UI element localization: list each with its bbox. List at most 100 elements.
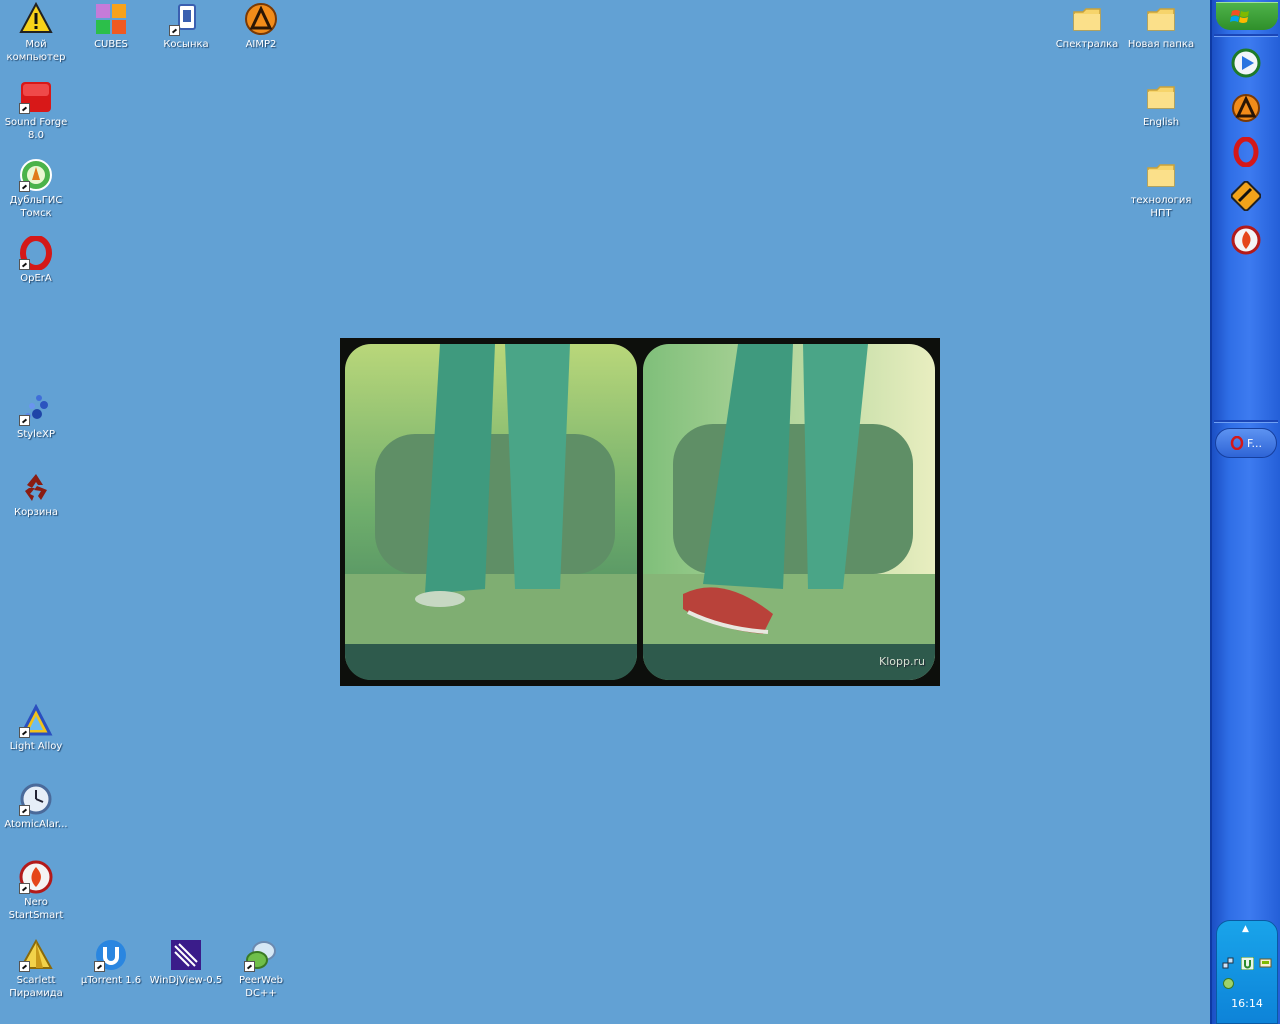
desktop-icon-stylexp[interactable]: StyleXP	[0, 392, 73, 441]
desktop-folder-spektralka[interactable]: Спектралка	[1050, 2, 1124, 51]
shortcut-arrow-icon	[19, 727, 30, 738]
shortcut-arrow-icon	[244, 961, 255, 972]
dublgis-icon	[19, 158, 53, 192]
desktop-icon-kosynka[interactable]: Косынка	[149, 2, 223, 51]
icon-label: AIMP2	[245, 39, 277, 50]
desktop-folder-new-folder[interactable]: Новая папка	[1124, 2, 1198, 51]
shortcut-arrow-icon	[169, 25, 180, 36]
windjview-icon	[169, 938, 203, 972]
desktop-icon-recycle-bin[interactable]: Корзина	[0, 470, 73, 519]
quicklaunch-media-player[interactable]	[1231, 48, 1261, 78]
system-tray: ▲ 16:14	[1216, 920, 1278, 1024]
desktop-folder-tech-npt[interactable]: технология НПТ	[1124, 158, 1198, 220]
desktop-icon-sound-forge[interactable]: Sound Forge 8.0	[0, 80, 73, 142]
desktop-folder-english[interactable]: English	[1124, 80, 1198, 129]
recycle-icon	[19, 470, 53, 504]
icon-label: OpErA	[20, 273, 52, 284]
quicklaunch-nero[interactable]	[1231, 225, 1261, 255]
icon-label: Мой компьютер	[6, 39, 66, 63]
icon-label: Light Alloy	[9, 741, 63, 752]
warning-icon	[19, 2, 53, 36]
clock-icon	[19, 782, 53, 816]
shortcut-arrow-icon	[19, 805, 30, 816]
show-hidden-icons-button[interactable]: ▲	[1242, 924, 1249, 934]
icon-label: WinDjView-0.5	[149, 975, 223, 986]
icon-label: English	[1142, 117, 1180, 128]
icon-label: CUBES	[94, 39, 128, 50]
aimp-icon	[244, 2, 278, 36]
desktop-icon-peerweb[interactable]: PeerWeb DC++	[224, 938, 298, 1000]
icon-label: µTorrent 1.6	[80, 975, 142, 986]
quicklaunch-opera[interactable]	[1231, 136, 1261, 168]
taskbar-window-button[interactable]: F...	[1215, 428, 1277, 458]
desktop-icon-my-computer[interactable]: Мой компьютер	[0, 2, 73, 64]
folder-icon	[1144, 80, 1178, 114]
messenger-icon[interactable]	[1259, 955, 1272, 968]
opera-icon	[1230, 436, 1244, 450]
quicklaunch-winamp[interactable]	[1230, 180, 1262, 212]
desktop-icon-windjview[interactable]: WinDjView-0.5	[149, 938, 223, 987]
icon-label: StyleXP	[17, 429, 55, 440]
aimp-icon	[1232, 94, 1260, 122]
desktop-icon-cubes[interactable]: CUBES	[74, 2, 148, 51]
pyramid-icon	[19, 938, 53, 972]
folder-icon	[1144, 158, 1178, 192]
icon-label: PeerWeb DC++	[239, 975, 283, 999]
desktop-icon-opera[interactable]: OpErA	[0, 236, 73, 285]
winamp-icon	[1230, 180, 1262, 212]
icon-label: технология НПТ	[1130, 195, 1192, 219]
cards-icon	[169, 2, 203, 36]
shortcut-arrow-icon	[19, 415, 30, 426]
desktop-icon-atomic-alarm[interactable]: AtomicAlar...	[0, 782, 73, 831]
peerweb-icon	[244, 938, 278, 972]
folder-icon	[1144, 2, 1178, 36]
watermark-text: Klopp.ru	[879, 655, 925, 668]
taskbar-window-label: F...	[1246, 436, 1263, 450]
icon-label: Scarlett Пирамида	[9, 975, 63, 999]
desktop-icon-aimp2[interactable]: AIMP2	[224, 2, 298, 51]
network-icon[interactable]	[1222, 955, 1235, 969]
media-player-icon	[1231, 48, 1261, 78]
desktop-icon-scarlett[interactable]: Scarlett Пирамида	[0, 938, 73, 1000]
start-button[interactable]	[1216, 2, 1278, 30]
clock[interactable]: 16:14	[1217, 997, 1277, 1010]
shortcut-arrow-icon	[19, 259, 30, 270]
nero-icon	[19, 860, 53, 894]
shortcut-arrow-icon	[19, 883, 30, 894]
desktop-icon-nero[interactable]: Nero StartSmart	[0, 860, 73, 922]
light-alloy-icon	[19, 704, 53, 738]
shortcut-arrow-icon	[94, 961, 105, 972]
dc-tray-icon[interactable]	[1222, 975, 1235, 989]
windows-logo-icon	[1230, 10, 1249, 23]
icon-label: AtomicAlar...	[4, 819, 68, 830]
icon-label: Nero StartSmart	[8, 897, 64, 921]
icon-label: Корзина	[13, 507, 59, 518]
shortcut-arrow-icon	[19, 103, 30, 114]
opera-icon	[19, 236, 53, 270]
utorrent-icon	[94, 938, 128, 972]
nero-icon	[1231, 225, 1261, 255]
taskbar-separator	[1214, 420, 1278, 423]
utorrent-tray-icon[interactable]	[1240, 955, 1255, 971]
wallpaper-panel-left	[345, 344, 637, 680]
desktop-icon-utorrent[interactable]: µTorrent 1.6	[74, 938, 148, 987]
desktop-icon-dublgis[interactable]: ДубльГИС Томск	[0, 158, 73, 220]
icon-label: Спектралка	[1055, 39, 1119, 50]
cubes-icon	[94, 2, 128, 36]
quicklaunch-separator	[1214, 34, 1278, 37]
wallpaper-image: Klopp.ru	[340, 338, 940, 686]
folder-icon	[1070, 2, 1104, 36]
shortcut-arrow-icon	[19, 961, 30, 972]
shortcut-arrow-icon	[19, 181, 30, 192]
taskbar: F... ▲ 16:14	[1210, 0, 1280, 1024]
sound-forge-icon	[19, 80, 53, 114]
wallpaper-panel-right: Klopp.ru	[643, 344, 935, 680]
icon-label: Косынка	[163, 39, 209, 50]
desktop-icon-light-alloy[interactable]: Light Alloy	[0, 704, 73, 753]
stylexp-icon	[19, 392, 53, 426]
icon-label: Новая папка	[1127, 39, 1195, 50]
icon-label: Sound Forge 8.0	[4, 117, 68, 141]
icon-label: ДубльГИС Томск	[9, 195, 63, 219]
opera-icon	[1233, 136, 1259, 168]
quicklaunch-aimp[interactable]	[1231, 93, 1261, 123]
